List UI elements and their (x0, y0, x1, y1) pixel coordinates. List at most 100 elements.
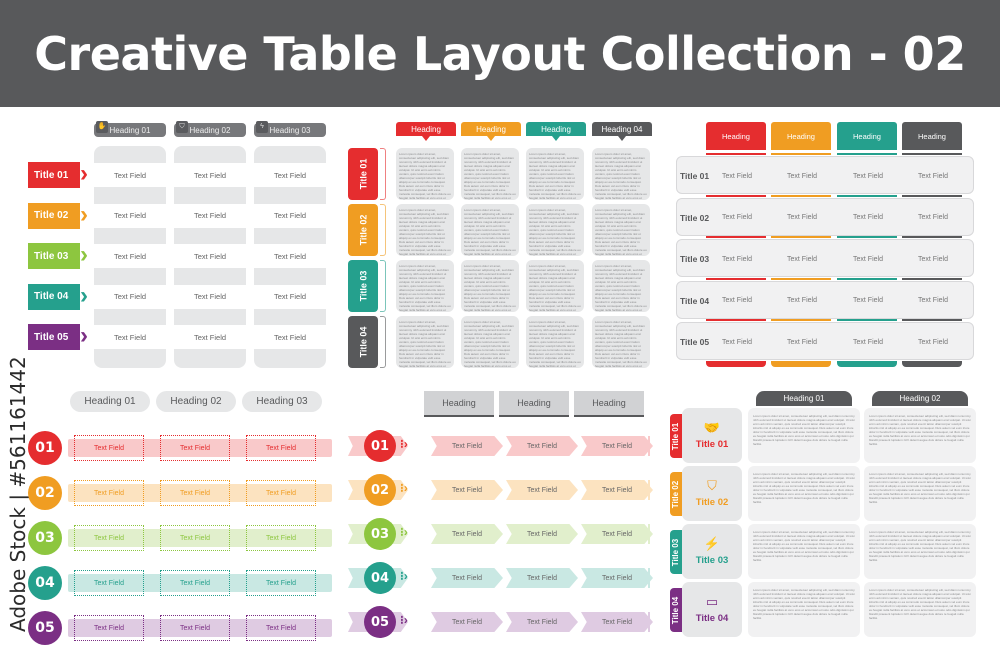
column-accent-bar (771, 236, 831, 238)
lorem-text: Lorem ipsum dolor sit amet, consectetuer… (753, 472, 855, 504)
row-title: Title 04 (28, 283, 80, 310)
row-title: Title 01 (680, 171, 710, 181)
text-field[interactable]: Text Field (581, 480, 653, 500)
text-field[interactable]: Text Field (246, 435, 316, 461)
text-field[interactable]: Text Field (506, 568, 578, 588)
rectangle-icon: ▭ (705, 594, 719, 609)
text-field[interactable]: Text Field (581, 612, 653, 632)
text-field[interactable]: Text Field (74, 570, 144, 596)
text-box: Lorem ipsum dolor sit amet, consectetuer… (592, 260, 650, 312)
text-field[interactable]: Text Field (246, 480, 316, 506)
row-title: Title 02 (348, 204, 378, 256)
table-cell: Text Field (787, 172, 817, 180)
text-field[interactable]: Text Field (74, 615, 144, 641)
column-accent-bar (902, 277, 962, 280)
lorem-text: Lorem ipsum dolor sit amet, consectetuer… (399, 320, 451, 368)
table-row: Title 03 Text Field Text Field Text Field Te… (676, 239, 974, 277)
column-heading: ϟ Heading 03 (254, 121, 326, 137)
text-field[interactable]: Text Field (160, 435, 230, 461)
chevron-dots-icon: ⁝› (400, 481, 408, 495)
text-box: Lorem ipsum dolor sit amet, consectetuer… (592, 204, 650, 256)
text-field[interactable]: Text Field (431, 524, 503, 544)
lorem-text: Lorem ipsum dolor sit amet, consectetuer… (869, 472, 971, 504)
text-field[interactable]: Text Field (506, 612, 578, 632)
lorem-text: Lorem ipsum dolor sit amet, consectetuer… (869, 414, 971, 446)
text-field[interactable]: Text Field (246, 570, 316, 596)
column-heading: Heading 02 (872, 391, 968, 406)
column-heading: Heading (706, 122, 766, 150)
row-title: Title 03 (348, 260, 378, 312)
table-cell: Text Field (853, 297, 883, 304)
text-field[interactable]: Text Field (74, 525, 144, 551)
table-cell: Text Field (787, 214, 817, 221)
table-cell: Text Field (254, 325, 326, 349)
text-box: Lorem ipsum dolor sit amet, consectetuer… (461, 204, 519, 256)
text-field[interactable]: Text Field (581, 436, 653, 456)
row-number-badge: 03 (28, 521, 62, 555)
text-box: Lorem ipsum dolor sit amet, consectetuer… (748, 466, 860, 521)
table-cell: Text Field (918, 172, 948, 180)
text-field[interactable]: Text Field (581, 524, 653, 544)
text-field[interactable]: Text Field (74, 480, 144, 506)
row-tab-label: Title 01 (671, 422, 681, 450)
text-field[interactable]: Text Field (506, 436, 578, 456)
row-title: Title 04 (680, 295, 710, 306)
column-accent-bar (902, 319, 962, 321)
text-field[interactable]: Text Field (431, 568, 503, 588)
text-field[interactable]: Text Field (160, 570, 230, 596)
row-title: Title 01 (28, 162, 80, 188)
column-accent-bar (771, 153, 831, 155)
lightning-icon: ⚡ (703, 536, 721, 551)
text-field[interactable]: Text Field (160, 615, 230, 641)
column-heading-label: Heading 01 (109, 125, 151, 135)
shield-icon: ⛉ (176, 121, 188, 133)
text-field[interactable]: Text Field (431, 612, 503, 632)
chevron-dots-icon: ⁝› (400, 437, 408, 451)
column-accent-bar (706, 236, 766, 238)
column-heading: Heading (396, 122, 456, 141)
lorem-text: Lorem ipsum dolor sit amet, consectetuer… (595, 152, 647, 200)
table-row: Title 02 Text Field Text Field Text Field Te… (676, 197, 974, 236)
row-tab-label: Title 02 (671, 480, 681, 508)
handshake-icon: 🤝 (703, 420, 721, 435)
row-title-card: ⛉ Title 02 (682, 466, 742, 521)
text-field[interactable]: Text Field (431, 436, 503, 456)
text-box: Lorem ipsum dolor sit amet, consectetuer… (461, 148, 519, 200)
text-box: Lorem ipsum dolor sit amet, consectetuer… (461, 260, 519, 312)
text-field[interactable]: Text Field (581, 568, 653, 588)
chevron-dots-icon: ⁝› (400, 569, 408, 583)
table-cell: Text Field (787, 297, 817, 304)
row-end-mark (648, 612, 650, 632)
text-field[interactable]: Text Field (431, 480, 503, 500)
text-field[interactable]: Text Field (160, 480, 230, 506)
column-footer (706, 361, 766, 367)
column-accent-bar (837, 194, 897, 197)
table-cell: Text Field (94, 244, 166, 268)
table-cell: Text Field (254, 244, 326, 268)
row-tab-label: Title 04 (671, 596, 681, 624)
lorem-text: Lorem ipsum dolor sit amet, consectetuer… (529, 264, 581, 312)
chevron-icon: › (80, 281, 88, 309)
text-box: Lorem ipsum dolor sit amet, consectetuer… (396, 316, 454, 368)
table-cell: Text Field (853, 214, 883, 221)
text-field[interactable]: Text Field (506, 480, 578, 500)
row-title: Title 01 (695, 439, 729, 450)
column-heading-label: Heading 02 (189, 125, 231, 135)
text-field[interactable]: Text Field (246, 525, 316, 551)
table-cell: Text Field (853, 338, 883, 346)
chevron-icon: › (80, 200, 88, 228)
row-title: Title 03 (695, 555, 729, 566)
row-number-badge: 04 (28, 566, 62, 600)
column-heading-label: Heading 03 (269, 125, 311, 135)
column-heading: Heading 01 (756, 391, 852, 406)
row-title-card: ⚡ Title 03 (682, 524, 742, 579)
row-title-card: 🤝 Title 01 (682, 408, 742, 463)
row-title: Title 04 (348, 316, 378, 368)
text-field[interactable]: Text Field (74, 435, 144, 461)
text-field[interactable]: Text Field (506, 524, 578, 544)
column-accent-bar (837, 236, 897, 238)
lorem-text: Lorem ipsum dolor sit amet, consectetuer… (753, 414, 855, 446)
text-field[interactable]: Text Field (246, 615, 316, 641)
row-number-badge: 03 (364, 518, 396, 550)
text-field[interactable]: Text Field (160, 525, 230, 551)
